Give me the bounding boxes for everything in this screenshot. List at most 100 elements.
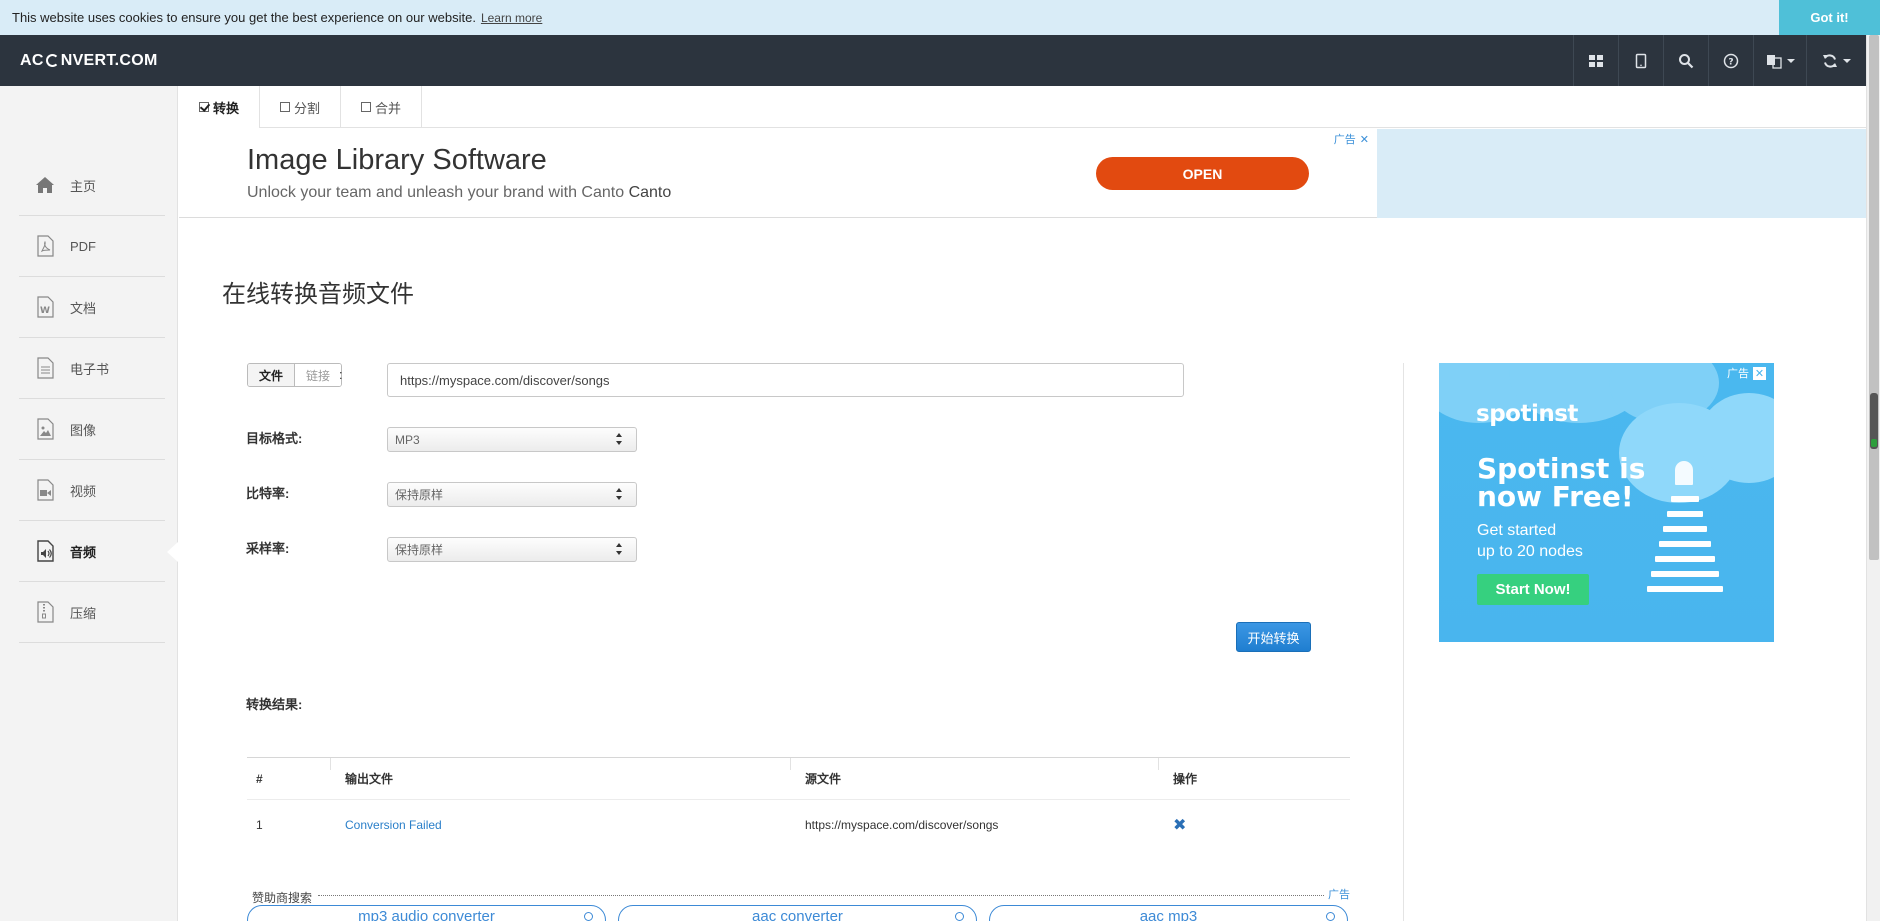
language-button[interactable] bbox=[1753, 35, 1806, 86]
tab-merge[interactable]: 合并 bbox=[341, 86, 423, 128]
bar-shape bbox=[1667, 511, 1703, 517]
bar-shape bbox=[1659, 541, 1711, 547]
sidebar-item-image[interactable]: 图像 bbox=[19, 399, 165, 460]
checkbox-checked-icon bbox=[199, 102, 209, 112]
tablet-button[interactable] bbox=[1618, 35, 1663, 86]
bar-shape bbox=[1663, 526, 1707, 532]
search-icon bbox=[1679, 53, 1694, 68]
start-convert-button[interactable]: 开始转换 bbox=[1236, 622, 1311, 652]
ad-subtitle-text: Unlock your team and unleash your brand … bbox=[247, 184, 625, 201]
chevron-down-icon bbox=[1843, 58, 1851, 63]
header-index: # bbox=[256, 771, 263, 786]
delete-icon[interactable]: ✖ bbox=[1173, 800, 1186, 850]
sidebar-item-label: 音频 bbox=[70, 544, 97, 560]
sponsor-search-pill[interactable]: mp3 audio converter bbox=[247, 905, 606, 921]
close-icon[interactable]: ✕ bbox=[1360, 133, 1369, 146]
search-button[interactable] bbox=[1663, 35, 1708, 86]
close-icon[interactable]: ✕ bbox=[1753, 366, 1766, 380]
pdf-icon bbox=[33, 234, 57, 258]
select-value: MP3 bbox=[395, 432, 420, 447]
header-action: 操作 bbox=[1173, 772, 1198, 786]
help-icon: ? bbox=[1723, 53, 1739, 68]
search-icon bbox=[955, 912, 964, 921]
help-button[interactable]: ? bbox=[1708, 35, 1753, 86]
ad-tag-label: 广告 bbox=[1333, 134, 1356, 146]
search-icon bbox=[1326, 912, 1335, 921]
header-source: 源文件 bbox=[805, 772, 842, 786]
source-link-option[interactable]: 链接 bbox=[295, 364, 342, 386]
source-file: https://myspace.com/discover/songs bbox=[805, 818, 999, 832]
sponsor-search-pill[interactable]: aac converter bbox=[618, 905, 977, 921]
source-file-option[interactable]: 文件 bbox=[248, 364, 296, 386]
bar-shape bbox=[1675, 461, 1693, 485]
page-scrollbar[interactable] bbox=[1866, 35, 1880, 921]
text-line: Get started bbox=[1477, 522, 1557, 539]
ebook-icon bbox=[33, 356, 57, 380]
ad-choices[interactable]: 广告 ✕ bbox=[1334, 131, 1369, 147]
headline-line: Spotinst is bbox=[1477, 452, 1646, 485]
samplerate-label: 采样率: bbox=[246, 541, 290, 556]
sponsor-label: 赞助商搜索 bbox=[252, 891, 313, 905]
tab-convert[interactable]: 转换 bbox=[179, 86, 261, 128]
tab-label: 合并 bbox=[375, 100, 402, 116]
checkbox-icon bbox=[361, 102, 372, 112]
ad-choices[interactable]: 广告 ✕ bbox=[1727, 365, 1766, 381]
select-arrows-icon bbox=[616, 488, 622, 501]
cookie-accept-button[interactable]: Got it! bbox=[1779, 0, 1880, 35]
select-value: 保持原样 bbox=[395, 543, 444, 557]
sidebar-item-video[interactable]: 视频 bbox=[19, 460, 165, 521]
grid-icon bbox=[1589, 54, 1603, 67]
spotinst-ad[interactable]: spotinst Spotinst is now Free! Get start… bbox=[1439, 363, 1774, 642]
tab-label: 转换 bbox=[213, 100, 240, 116]
sponsor-search-pill[interactable]: aac mp3 bbox=[989, 905, 1348, 921]
sidebar-item-document[interactable]: W 文档 bbox=[19, 277, 165, 338]
sidebar-item-label: 电子书 bbox=[70, 361, 110, 377]
navbar-icons: ? bbox=[1573, 35, 1866, 86]
select-value: 保持原样 bbox=[395, 488, 444, 502]
sidebar-item-label: PDF bbox=[70, 238, 96, 254]
spotinst-text: Get started up to 20 nodes bbox=[1477, 520, 1583, 562]
tab-split[interactable]: 分割 bbox=[260, 86, 342, 128]
sidebar-item-ebook[interactable]: 电子书 bbox=[19, 338, 165, 399]
pill-label: aac mp3 bbox=[1139, 908, 1198, 921]
output-file-link[interactable]: Conversion Failed bbox=[345, 800, 442, 850]
select-arrows-icon bbox=[616, 433, 622, 446]
page-title: 在线转换音频文件 bbox=[222, 281, 414, 308]
scrollbar-marker-green bbox=[1871, 439, 1877, 447]
headline-line: now Free! bbox=[1477, 480, 1634, 513]
logo-refresh-icon bbox=[45, 54, 59, 67]
scrollbar-thumb[interactable] bbox=[1869, 35, 1879, 560]
select-arrows-icon bbox=[616, 543, 622, 556]
sidebar-item-audio[interactable]: 音频 bbox=[19, 521, 165, 582]
sponsor-ad-tag[interactable]: 广告 bbox=[1328, 886, 1350, 902]
refresh-button[interactable] bbox=[1806, 35, 1866, 86]
sidebar-item-home[interactable]: 主页 bbox=[19, 155, 165, 216]
header-output: 输出文件 bbox=[345, 772, 394, 786]
sidebar-item-archive[interactable]: 压缩 bbox=[19, 582, 165, 643]
target-format-select[interactable]: MP3 bbox=[387, 427, 637, 452]
cookie-bar: This website uses cookies to ensure you … bbox=[0, 0, 1880, 35]
spotinst-start-button[interactable]: Start Now! bbox=[1477, 574, 1589, 605]
conversion-tabs: 转换 分割 合并 bbox=[179, 86, 1866, 128]
sidebar-item-label: 压缩 bbox=[70, 605, 97, 621]
grid-button[interactable] bbox=[1573, 35, 1618, 86]
text-line: up to 20 nodes bbox=[1477, 543, 1583, 560]
source-colon: : bbox=[339, 367, 343, 382]
url-input[interactable]: https://myspace.com/discover/songs bbox=[387, 363, 1184, 397]
sponsor-divider bbox=[318, 895, 1324, 896]
ad-open-button[interactable]: OPEN bbox=[1096, 157, 1309, 190]
top-navbar: AC NVERT.COM ? bbox=[0, 35, 1866, 86]
sidebar-item-label: 图像 bbox=[70, 422, 97, 438]
bitrate-select[interactable]: 保持原样 bbox=[387, 482, 637, 507]
table-row: 1 Conversion Failed https://myspace.com/… bbox=[247, 800, 1350, 850]
audio-icon bbox=[33, 539, 57, 563]
header-divider bbox=[1158, 758, 1159, 770]
pill-label: mp3 audio converter bbox=[358, 908, 495, 921]
checkbox-icon bbox=[280, 102, 291, 112]
samplerate-select[interactable]: 保持原样 bbox=[387, 537, 637, 562]
sidebar-item-pdf[interactable]: PDF bbox=[19, 216, 165, 277]
header-divider bbox=[790, 758, 791, 770]
site-logo[interactable]: AC NVERT.COM bbox=[20, 52, 158, 70]
ad-banner[interactable]: Image Library Software Unlock your team … bbox=[179, 129, 1377, 218]
learn-more-link[interactable]: Learn more bbox=[481, 11, 542, 25]
